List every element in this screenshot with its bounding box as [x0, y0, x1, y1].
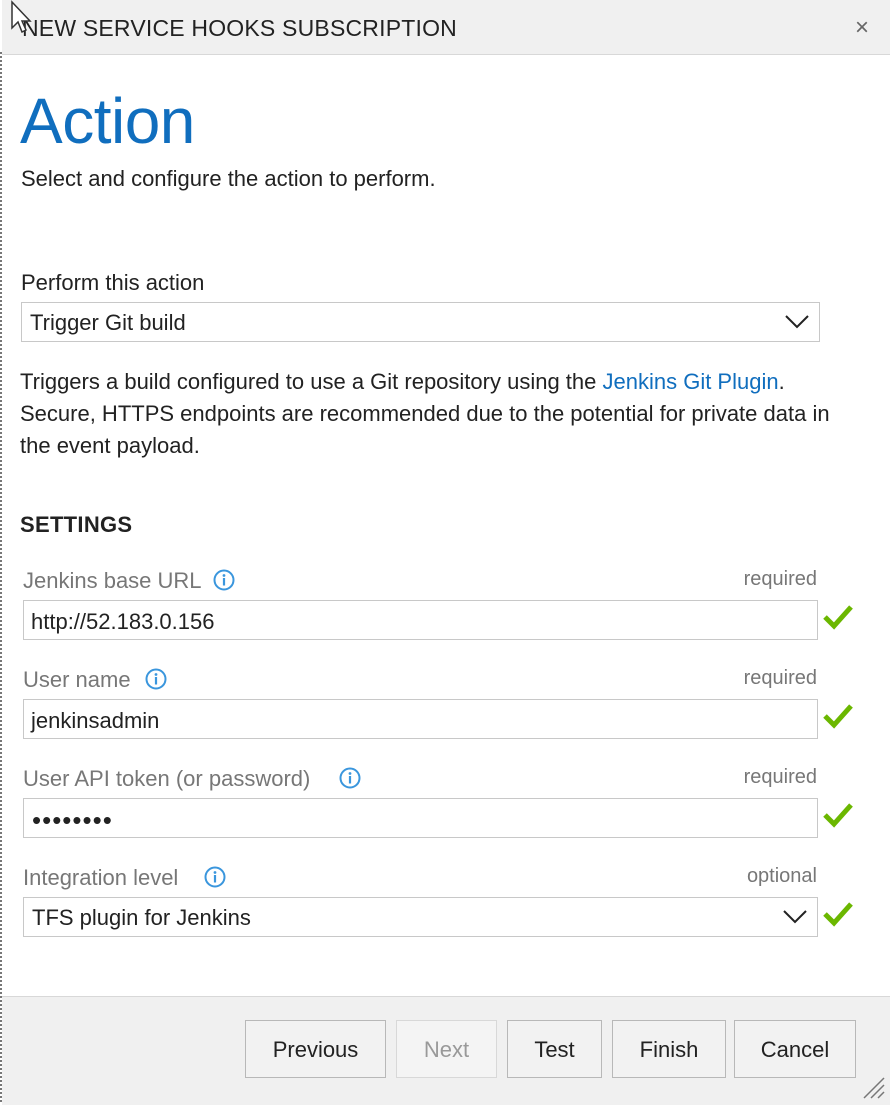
checkmark-icon: [823, 704, 853, 729]
mouse-cursor-icon: [11, 0, 32, 34]
previous-button[interactable]: Previous: [245, 1020, 386, 1078]
close-button[interactable]: ×: [844, 13, 880, 43]
info-icon[interactable]: [204, 866, 226, 888]
description-text: Triggers a build configured to use a Git…: [20, 369, 603, 394]
jenkins-url-input[interactable]: http://52.183.0.156: [23, 600, 818, 640]
info-icon[interactable]: [339, 767, 361, 789]
integration-level-select[interactable]: TFS plugin for Jenkins: [23, 897, 818, 937]
required-indicator: required: [743, 568, 817, 590]
user-name-input[interactable]: jenkinsadmin: [23, 699, 818, 739]
api-token-input[interactable]: ••••••••: [23, 798, 818, 838]
page-title: Action: [20, 85, 195, 157]
user-name-value: jenkinsadmin: [31, 708, 160, 733]
settings-heading: SETTINGS: [20, 512, 133, 537]
dialog-border: [0, 52, 2, 1104]
required-indicator: required: [743, 667, 817, 689]
chevron-down-icon: [785, 315, 809, 329]
action-select[interactable]: Trigger Git build: [21, 302, 820, 342]
info-icon[interactable]: [213, 569, 235, 591]
jenkins-url-value: http://52.183.0.156: [31, 609, 215, 634]
action-label: Perform this action: [21, 270, 205, 295]
finish-button[interactable]: Finish: [612, 1020, 726, 1078]
cancel-button[interactable]: Cancel: [734, 1020, 856, 1078]
integration-level-value: TFS plugin for Jenkins: [32, 905, 251, 930]
api-token-value: ••••••••: [32, 805, 113, 835]
info-icon[interactable]: [145, 668, 167, 690]
user-name-label: User name: [23, 667, 131, 692]
checkmark-icon: [823, 902, 853, 927]
next-button[interactable]: Next: [396, 1020, 497, 1078]
integration-level-label: Integration level: [23, 865, 179, 890]
api-token-label: User API token (or password): [23, 766, 311, 791]
chevron-down-icon: [783, 910, 807, 924]
jenkins-url-label: Jenkins base URL: [23, 568, 202, 593]
dialog-title: NEW SERVICE HOOKS SUBSCRIPTION: [22, 15, 457, 41]
resize-grip-icon[interactable]: [860, 1074, 886, 1100]
dialog-titlebar: NEW SERVICE HOOKS SUBSCRIPTION ×: [2, 0, 890, 55]
action-select-value: Trigger Git build: [30, 310, 186, 335]
action-description: Triggers a build configured to use a Git…: [20, 366, 840, 462]
page-subtitle: Select and configure the action to perfo…: [21, 166, 436, 191]
checkmark-icon: [823, 803, 853, 828]
required-indicator: required: [743, 766, 817, 788]
jenkins-git-plugin-link[interactable]: Jenkins Git Plugin: [603, 369, 779, 394]
checkmark-icon: [823, 605, 853, 630]
test-button[interactable]: Test: [507, 1020, 602, 1078]
optional-indicator: optional: [746, 865, 817, 887]
